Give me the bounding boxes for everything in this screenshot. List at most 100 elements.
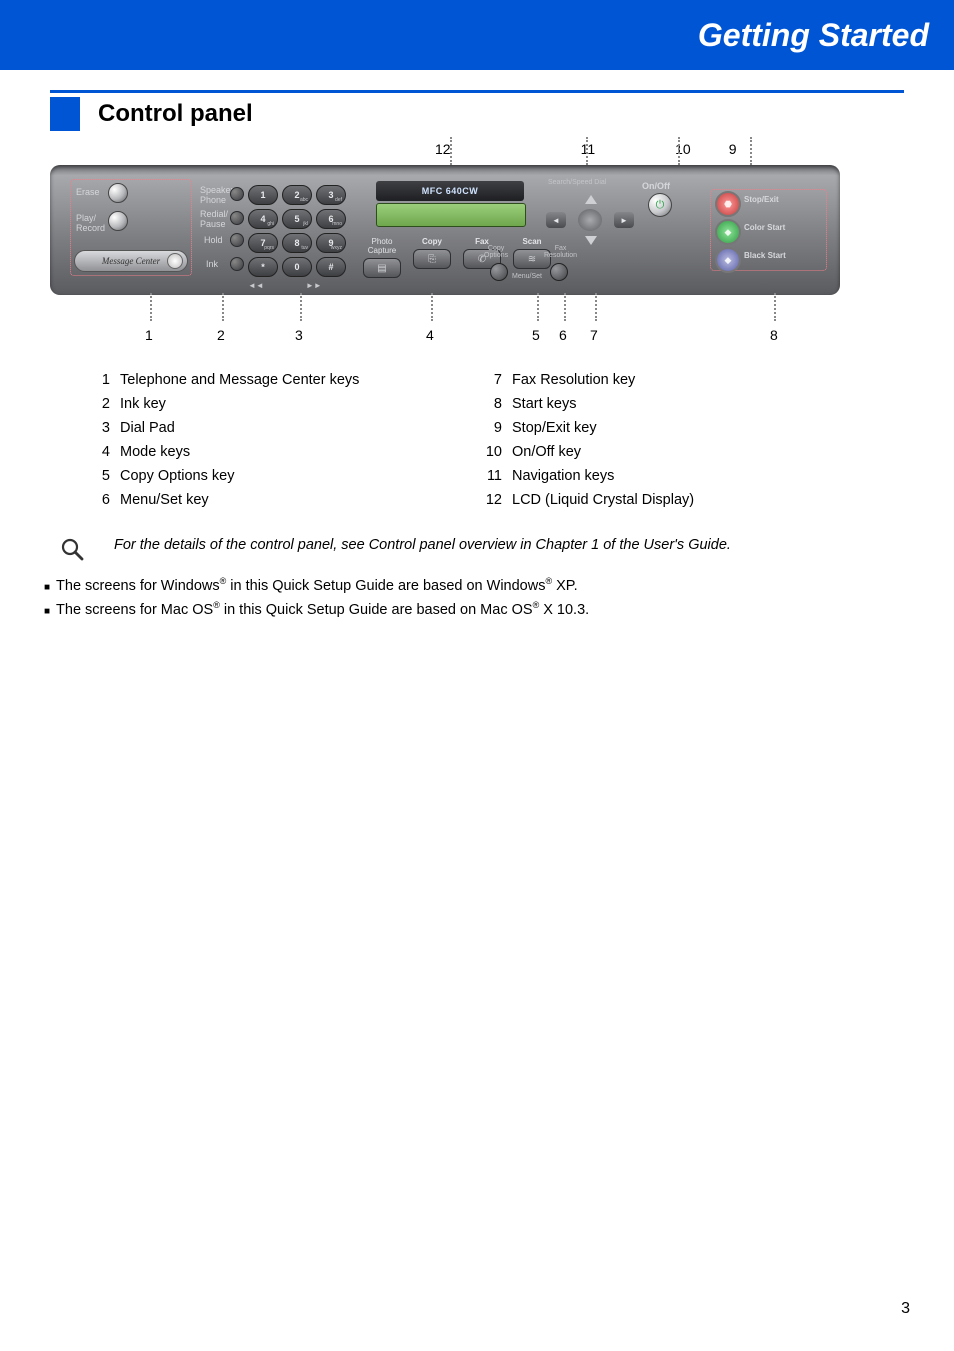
legend-item: 3Dial Pad [90, 417, 482, 441]
dial-pad: 1 2abc 3def 4ghi 5jkl 6mno 7pqrs 8tuv 9w… [248, 185, 346, 277]
bullet-icon: ■ [44, 603, 50, 620]
model-label: MFC 640CW [376, 181, 524, 201]
lcd-display [376, 203, 526, 227]
legend-left: 1Telephone and Message Center keys 2Ink … [90, 369, 482, 513]
erase-button[interactable] [108, 183, 128, 203]
legend-item: 11Navigation keys [482, 465, 874, 489]
nav-right-button[interactable]: ► [614, 212, 634, 228]
copy-options-button[interactable] [490, 263, 508, 281]
mode-copy: Copy ⎘ [410, 237, 454, 278]
stop-exit-label: Stop/Exit [744, 195, 779, 204]
black-start-button[interactable] [715, 247, 741, 273]
legend-right: 7Fax Resolution key 8Start keys 9Stop/Ex… [482, 369, 874, 513]
dial-key-7[interactable]: 7pqrs [248, 233, 278, 253]
copy-options-label: Copy Options [484, 245, 508, 259]
legend-item: 6Menu/Set key [90, 489, 482, 513]
nav-up-icon[interactable] [585, 195, 597, 204]
dial-key-2[interactable]: 2abc [282, 185, 312, 205]
callout-3: 3 [295, 327, 303, 343]
erase-label: Erase [76, 187, 100, 197]
menu-set-label: Menu/Set [512, 273, 542, 280]
search-speed-dial-label: Search/Speed Dial [548, 179, 606, 186]
fax-resolution-button[interactable] [550, 263, 568, 281]
dial-key-3[interactable]: 3def [316, 185, 346, 205]
redial-pause-button[interactable] [230, 211, 244, 225]
leader [678, 137, 680, 165]
callout-7: 7 [590, 327, 598, 343]
notes-list: ■ The screens for Windows® in this Quick… [44, 574, 904, 623]
section-divider [50, 90, 904, 93]
bullet-icon: ■ [44, 579, 50, 596]
page-header: Getting Started [0, 0, 954, 70]
top-callouts: 12 11 10 9 [435, 141, 904, 157]
photo-capture-button[interactable]: ▤ [363, 258, 401, 278]
dial-key-6[interactable]: 6mno [316, 209, 346, 229]
message-center-button[interactable]: Message Center [74, 250, 188, 272]
legend-item: 2Ink key [90, 393, 482, 417]
hold-button[interactable] [230, 233, 244, 247]
black-start-label: Black Start [744, 251, 786, 260]
nav-down-icon[interactable] [585, 236, 597, 245]
on-off-button[interactable] [648, 193, 672, 217]
control-panel-figure: 12 11 10 9 Erase Play/ Record Message Ce… [50, 141, 904, 513]
stop-exit-button[interactable] [715, 191, 741, 217]
callout-4: 4 [426, 327, 434, 343]
hold-label: Hold [204, 235, 223, 245]
dial-key-1[interactable]: 1 [248, 185, 278, 205]
legend-item: 10On/Off key [482, 441, 874, 465]
mode-photo-capture: Photo Capture ▤ [360, 237, 404, 278]
dial-key-hash[interactable]: # [316, 257, 346, 277]
legend-item: 1Telephone and Message Center keys [90, 369, 482, 393]
dial-key-8[interactable]: 8tuv [282, 233, 312, 253]
mode-keys: Photo Capture ▤ Copy ⎘ Fax ✆ Scan ≋ [360, 237, 554, 278]
page-number: 3 [901, 1300, 910, 1318]
speaker-phone-button[interactable] [230, 187, 244, 201]
dial-key-9[interactable]: 9wxyz [316, 233, 346, 253]
navigation-pad: ◄ ► [550, 195, 630, 245]
play-record-label: Play/ Record [76, 213, 105, 233]
rewind-icon: ◄◄ [248, 281, 264, 290]
redial-pause-label: Redial/ Pause [200, 209, 228, 229]
leader [450, 137, 452, 165]
legend: 1Telephone and Message Center keys 2Ink … [90, 369, 874, 513]
callout-1: 1 [145, 327, 153, 343]
callout-8: 8 [770, 327, 778, 343]
callout-2: 2 [217, 327, 225, 343]
note-mac: ■ The screens for Mac OS® in this Quick … [44, 598, 904, 623]
note-windows: ■ The screens for Windows® in this Quick… [44, 574, 904, 599]
speaker-phone-label: Speaker Phone [200, 185, 234, 205]
leader [586, 137, 588, 165]
section-title: Control panel [98, 100, 253, 128]
nav-center-button[interactable] [578, 209, 602, 231]
callout-12: 12 [435, 141, 451, 157]
device-panel: Erase Play/ Record Message Center Speake… [50, 165, 840, 295]
ink-button[interactable] [230, 257, 244, 271]
legend-item: 7Fax Resolution key [482, 369, 874, 393]
note: For the details of the control panel, se… [60, 537, 904, 564]
callout-9: 9 [729, 141, 737, 157]
heading-marker [50, 97, 80, 131]
dial-key-4[interactable]: 4ghi [248, 209, 278, 229]
callout-5: 5 [532, 327, 540, 343]
legend-item: 5Copy Options key [90, 465, 482, 489]
ink-label: Ink [206, 259, 218, 269]
color-start-button[interactable] [715, 219, 741, 245]
color-start-label: Color Start [744, 223, 785, 232]
note-text: For the details of the control panel, se… [114, 537, 731, 553]
leader [750, 137, 752, 165]
on-off-label: On/Off [642, 181, 670, 191]
message-center-label: Message Center [102, 256, 160, 266]
fax-resolution-label: Fax Resolution [544, 245, 577, 259]
dial-key-0[interactable]: 0 [282, 257, 312, 277]
page-title: Getting Started [698, 17, 929, 54]
section-heading: Control panel [50, 97, 954, 131]
fastforward-icon: ►► [306, 281, 322, 290]
nav-left-button[interactable]: ◄ [546, 212, 566, 228]
play-record-button[interactable] [108, 211, 128, 231]
magnifier-icon [60, 537, 84, 564]
dial-key-5[interactable]: 5jkl [282, 209, 312, 229]
legend-item: 8Start keys [482, 393, 874, 417]
dial-key-star[interactable]: * [248, 257, 278, 277]
copy-button[interactable]: ⎘ [413, 249, 451, 269]
bottom-callouts: 1 2 3 4 5 6 7 8 [50, 297, 904, 325]
